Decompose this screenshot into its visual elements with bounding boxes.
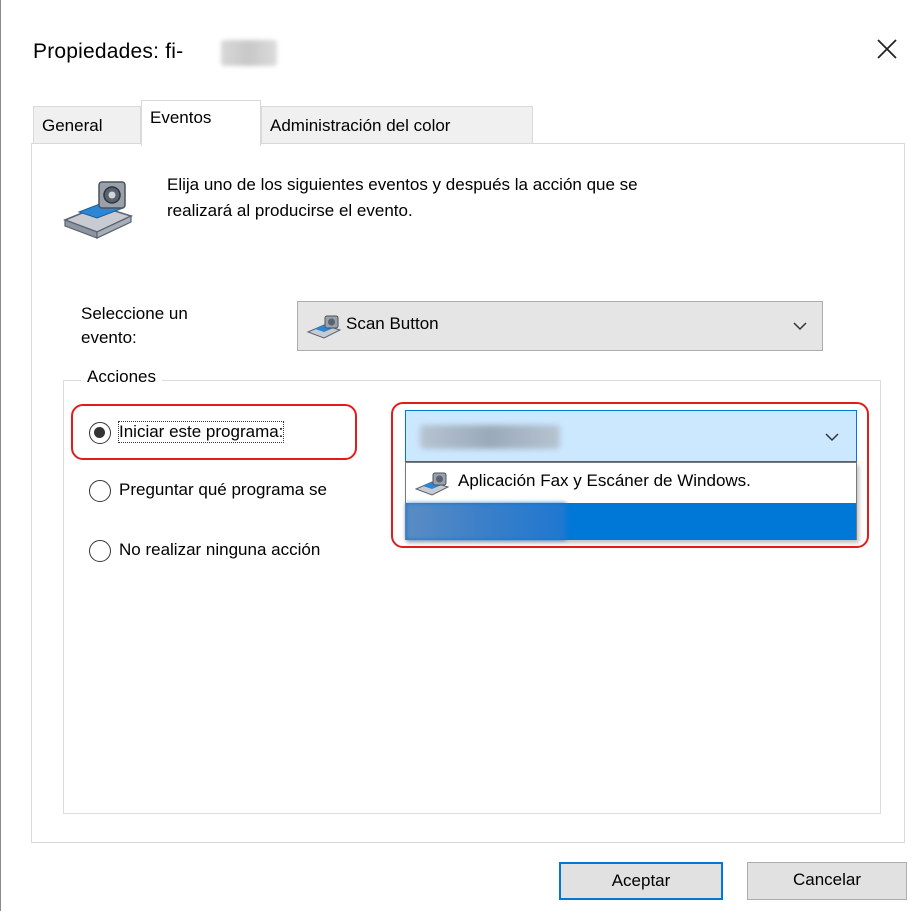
tab-administracion-color-label: Administración del color xyxy=(270,116,451,135)
description-line-2: realizará al producirse el evento. xyxy=(167,201,413,220)
event-label-line-2: evento: xyxy=(81,328,137,347)
radio-ask-program[interactable] xyxy=(89,480,111,502)
close-icon xyxy=(877,39,897,59)
event-select-label: Seleccione un evento: xyxy=(81,302,188,350)
title-bar[interactable]: Propiedades: fi- xyxy=(1,0,916,100)
description-line-1: Elija uno de los siguientes eventos y de… xyxy=(167,175,638,194)
event-label-line-1: Seleccione un xyxy=(81,304,188,323)
event-select[interactable]: Scan Button xyxy=(297,301,823,351)
radio-no-action-label[interactable]: No realizar ninguna acción xyxy=(119,540,320,560)
radio-ask-program-label[interactable]: Preguntar qué programa se xyxy=(119,480,327,500)
highlight-start-program xyxy=(71,404,357,460)
scanner-icon xyxy=(62,181,133,239)
highlight-program-select xyxy=(391,402,869,548)
ok-button-label: Aceptar xyxy=(611,871,671,890)
properties-dialog: Propiedades: fi- General Eventos Adminis… xyxy=(0,0,916,911)
tab-general[interactable]: General xyxy=(33,106,141,144)
event-description: Elija uno de los siguientes eventos y de… xyxy=(167,172,847,224)
event-select-value: Scan Button xyxy=(346,314,439,333)
cancel-button-label: Cancelar xyxy=(792,870,862,889)
cancel-button[interactable]: Cancelar xyxy=(747,862,907,900)
actions-legend: Acciones xyxy=(81,367,162,387)
radio-no-action[interactable] xyxy=(89,540,111,562)
window-title: Propiedades: fi- xyxy=(33,40,184,63)
close-button[interactable] xyxy=(867,30,907,70)
chevron-down-icon xyxy=(793,322,807,331)
ok-button[interactable]: Aceptar xyxy=(559,862,723,900)
scan-button-icon xyxy=(306,315,342,339)
tab-general-label: General xyxy=(42,116,103,135)
tab-eventos-label: Eventos xyxy=(150,108,212,127)
tab-bar: General Eventos Administración del color xyxy=(1,100,916,146)
tab-eventos[interactable]: Eventos xyxy=(141,100,261,146)
redacted-model-name xyxy=(221,40,277,66)
tab-administracion-color[interactable]: Administración del color xyxy=(261,106,533,144)
